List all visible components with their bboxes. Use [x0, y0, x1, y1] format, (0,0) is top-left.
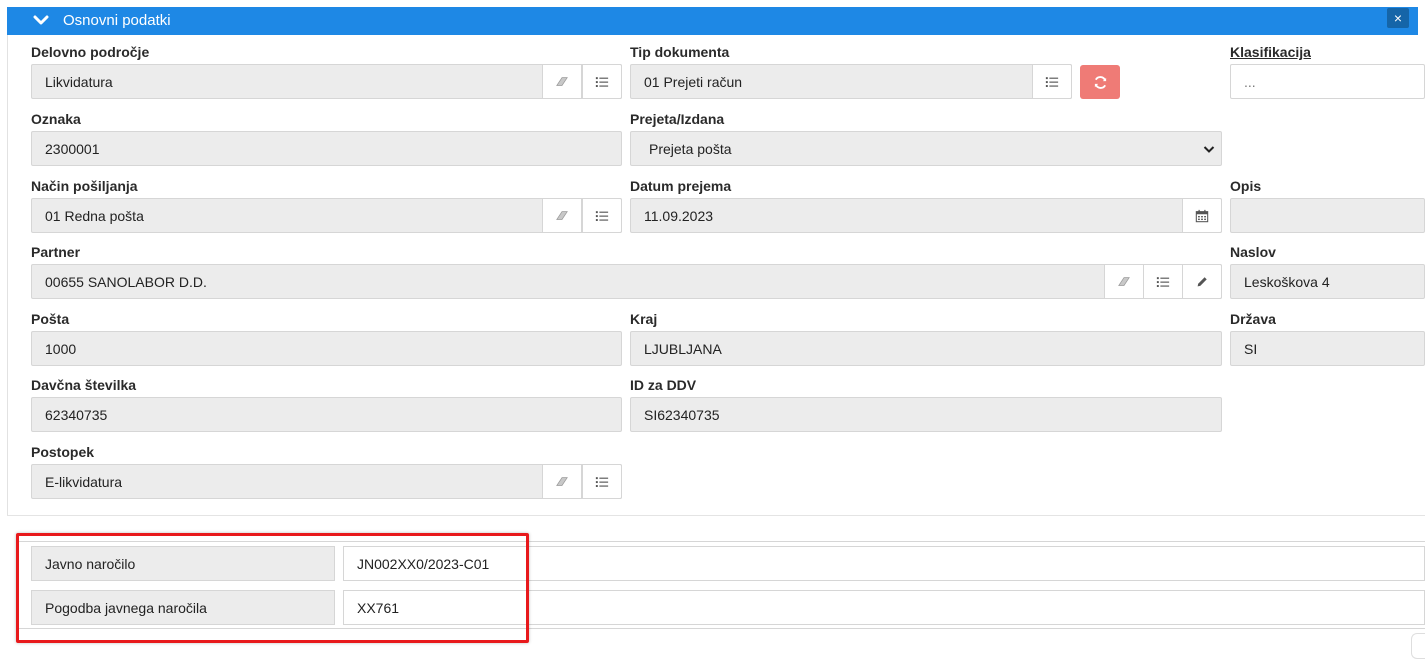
- nacin-posiljanja-value: 01 Redna pošta: [45, 208, 144, 224]
- datum-prejema-label: Datum prejema: [630, 178, 732, 194]
- posta-label: Pošta: [31, 311, 70, 327]
- section-divider: [7, 515, 1425, 516]
- scroll-top-button[interactable]: [1411, 633, 1425, 659]
- datum-prejema-field[interactable]: 11.09.2023: [630, 198, 1222, 233]
- nacin-posiljanja-label: Način pošiljanja: [31, 178, 138, 194]
- tip-dokumenta-label: Tip dokumenta: [630, 44, 730, 60]
- kraj-label: Kraj: [630, 311, 658, 327]
- davcna-stevilka-value: 62340735: [45, 407, 108, 423]
- drzava-value: SI: [1244, 341, 1258, 357]
- chevron-down-icon: [1203, 146, 1215, 153]
- eraser-icon[interactable]: [542, 64, 582, 99]
- delovno-podrocje-field[interactable]: Likvidatura: [31, 64, 622, 99]
- davcna-stevilka-label: Davčna številka: [31, 377, 137, 393]
- davcna-stevilka-field[interactable]: 62340735: [31, 397, 622, 432]
- eraser-icon[interactable]: [542, 464, 582, 499]
- drzava-label: Država: [1230, 311, 1276, 327]
- list-icon[interactable]: [582, 64, 622, 99]
- delovno-podrocje-label: Delovno področje: [31, 44, 150, 60]
- refresh-icon: [1094, 75, 1106, 89]
- list-icon[interactable]: [582, 198, 622, 233]
- opis-label: Opis: [1230, 178, 1262, 194]
- nacin-posiljanja-field[interactable]: 01 Redna pošta: [31, 198, 622, 233]
- klasifikacija-label[interactable]: Klasifikacija: [1230, 44, 1311, 60]
- opis-field[interactable]: [1230, 198, 1425, 233]
- klasifikacija-field[interactable]: ...: [1230, 64, 1425, 99]
- datum-prejema-value: 11.09.2023: [644, 208, 714, 224]
- prejeta-izdana-select[interactable]: Prejeta pošta: [630, 131, 1222, 166]
- section-title: Osnovni podatki: [63, 12, 171, 29]
- list-icon[interactable]: [1143, 264, 1183, 299]
- eraser-icon[interactable]: [542, 198, 582, 233]
- drzava-field[interactable]: SI: [1230, 331, 1425, 366]
- postopek-label: Postopek: [31, 444, 95, 460]
- oznaka-value: 2300001: [45, 141, 100, 157]
- postopek-value: E-likvidatura: [45, 474, 123, 490]
- calendar-icon[interactable]: [1182, 198, 1222, 233]
- id-za-ddv-value: SI62340735: [644, 407, 720, 423]
- postopek-field[interactable]: E-likvidatura: [31, 464, 622, 499]
- list-icon[interactable]: [1032, 64, 1072, 99]
- delovno-podrocje-value: Likvidatura: [45, 74, 113, 90]
- highlight-box: [16, 533, 529, 643]
- pencil-icon[interactable]: [1182, 264, 1222, 299]
- refresh-button[interactable]: [1080, 65, 1120, 99]
- frame-border: [7, 35, 8, 515]
- oznaka-field[interactable]: 2300001: [31, 131, 622, 166]
- oznaka-label: Oznaka: [31, 111, 81, 127]
- klasifikacija-value: ...: [1244, 74, 1256, 90]
- naslov-field[interactable]: Leskoškova 4: [1230, 264, 1425, 299]
- posta-value: 1000: [45, 341, 77, 357]
- list-icon[interactable]: [582, 464, 622, 499]
- id-za-ddv-label: ID za DDV: [630, 377, 697, 393]
- tip-dokumenta-value: 01 Prejeti račun: [644, 74, 743, 90]
- eraser-icon[interactable]: [1104, 264, 1144, 299]
- prejeta-izdana-value: Prejeta pošta: [649, 141, 732, 157]
- kraj-field[interactable]: LJUBLJANA: [630, 331, 1222, 366]
- section-header[interactable]: Osnovni podatki: [7, 7, 1418, 35]
- partner-value: 00655 SANOLABOR D.D.: [45, 274, 207, 290]
- tip-dokumenta-field[interactable]: 01 Prejeti račun: [630, 64, 1072, 99]
- partner-field[interactable]: 00655 SANOLABOR D.D.: [31, 264, 1222, 299]
- id-za-ddv-field[interactable]: SI62340735: [630, 397, 1222, 432]
- close-icon[interactable]: ×: [1387, 8, 1409, 28]
- naslov-value: Leskoškova 4: [1244, 274, 1330, 290]
- naslov-label: Naslov: [1230, 244, 1276, 260]
- kraj-value: LJUBLJANA: [644, 341, 722, 357]
- posta-field[interactable]: 1000: [31, 331, 622, 366]
- prejeta-izdana-label: Prejeta/Izdana: [630, 111, 725, 127]
- chevron-down-icon[interactable]: [33, 12, 49, 28]
- partner-label: Partner: [31, 244, 81, 260]
